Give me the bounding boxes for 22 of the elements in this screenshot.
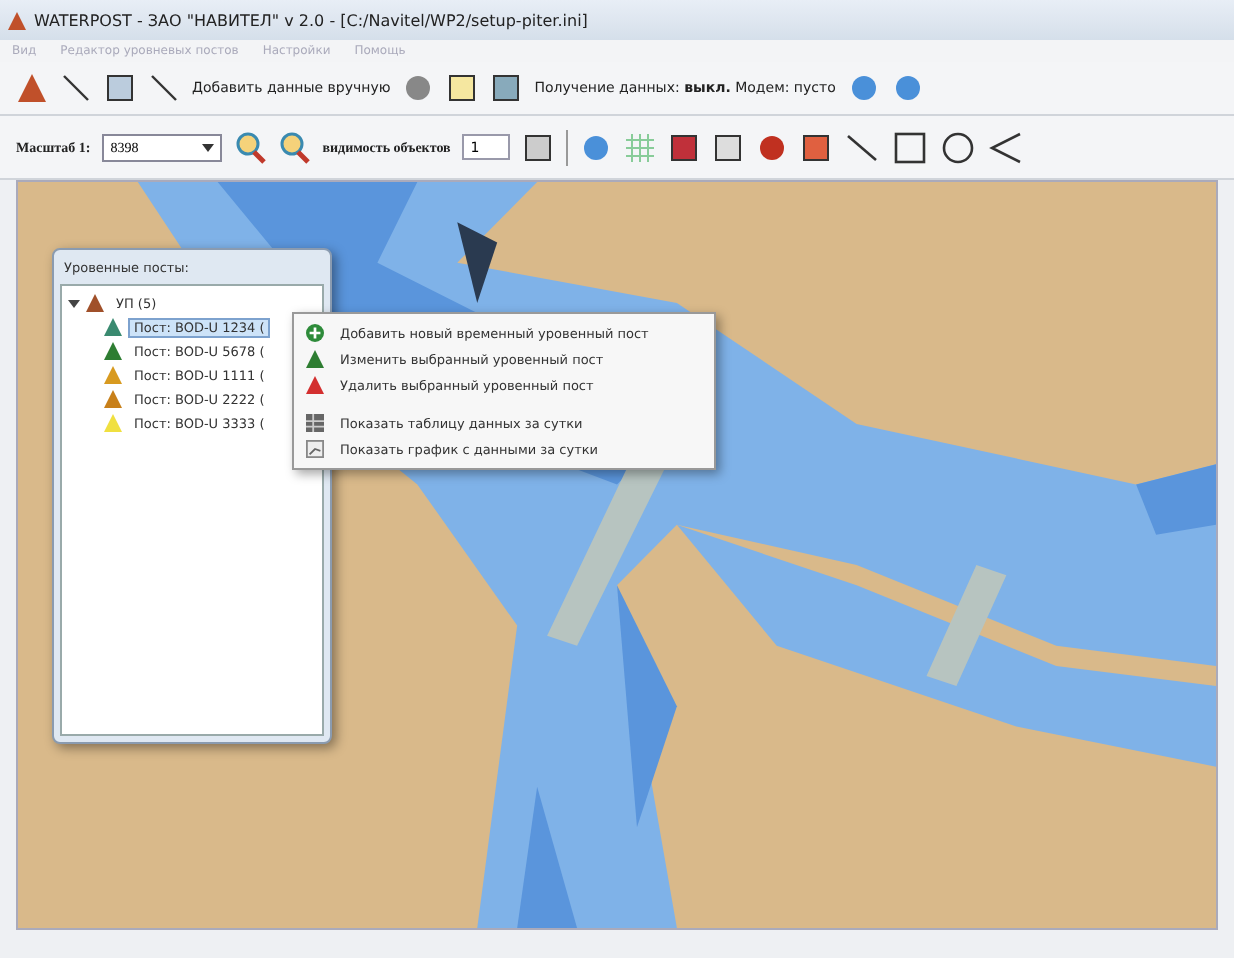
rectangle-tool-icon[interactable] <box>892 129 929 165</box>
window-title: WATERPOST - ЗАО "НАВИТЕЛ" v 2.0 - [C:/Navitel/WP2/setup-piter.ini] <box>34 11 588 29</box>
folder-triangle-icon <box>86 294 104 312</box>
expand-arrow-icon[interactable] <box>68 297 80 309</box>
table-icon <box>306 414 324 432</box>
line-tool-icon[interactable] <box>844 129 881 165</box>
triangle-tool-icon[interactable] <box>988 129 1025 165</box>
note-icon[interactable] <box>446 72 479 104</box>
document-icon[interactable] <box>490 72 523 104</box>
picture-frame-icon[interactable] <box>668 131 701 163</box>
window-icon[interactable] <box>104 72 136 104</box>
triangle-icon[interactable] <box>16 72 48 104</box>
layers-icon[interactable] <box>712 131 745 163</box>
chart-icon <box>306 440 324 458</box>
app-icon <box>8 11 26 29</box>
database-icon[interactable] <box>402 72 435 104</box>
caret-icon <box>202 143 215 151</box>
layer-icon[interactable] <box>522 131 555 163</box>
circle-tool-icon[interactable] <box>940 129 977 165</box>
zoom-out-icon[interactable] <box>278 131 311 163</box>
plus-icon <box>306 324 324 342</box>
zoom-in-icon[interactable] <box>234 131 267 163</box>
